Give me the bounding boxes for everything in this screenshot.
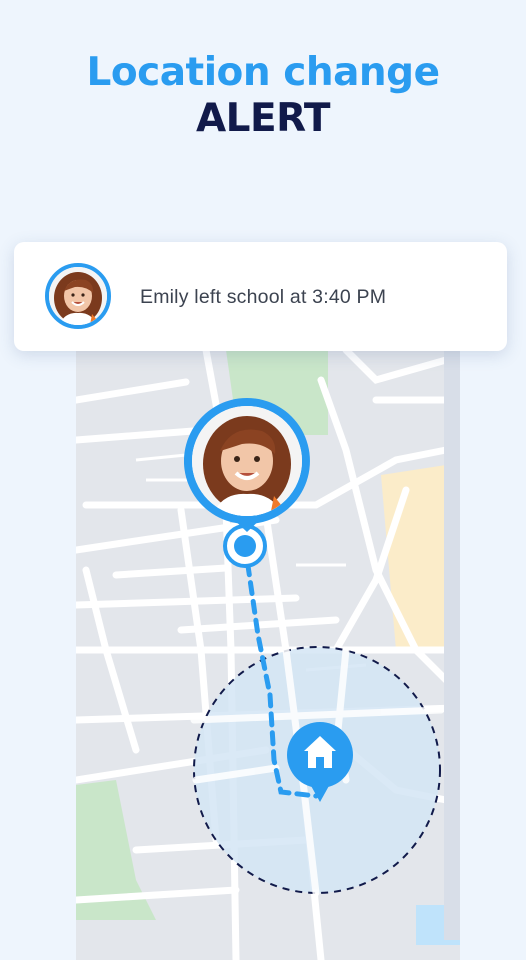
- phone-edge: [444, 320, 460, 940]
- child-location-marker[interactable]: [184, 398, 310, 532]
- home-pin[interactable]: [287, 722, 353, 806]
- notification-card[interactable]: Emily left school at 3:40 PM: [14, 242, 507, 351]
- headline-line2: ALERT: [195, 96, 331, 141]
- home-icon: [287, 722, 353, 802]
- headline-line1: Location change: [86, 50, 440, 95]
- child-avatar-icon: [192, 406, 302, 516]
- child-avatar-icon: [45, 263, 111, 329]
- notification-message: Emily left school at 3:40 PM: [140, 286, 387, 308]
- headline: Location change ALERT: [0, 50, 526, 142]
